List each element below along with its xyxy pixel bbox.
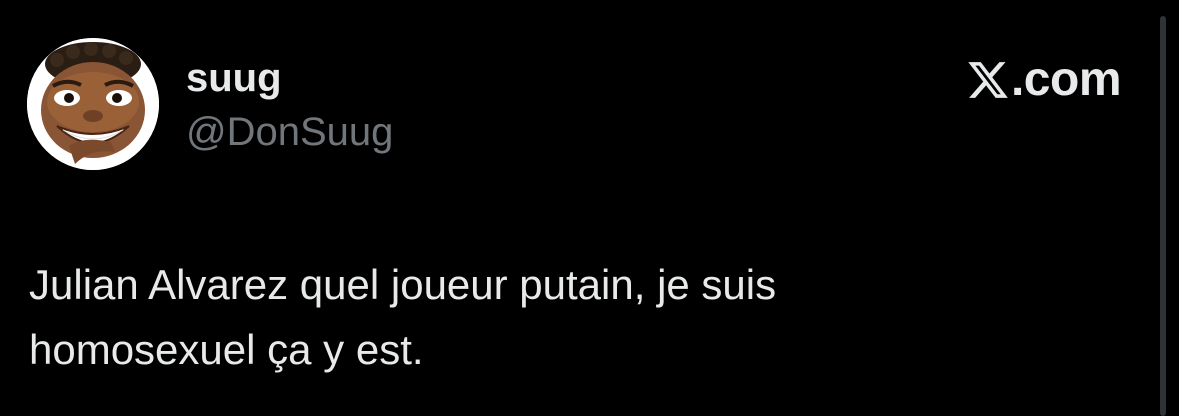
tweet-text: Julian Alvarez quel joueur putain, je su… <box>29 261 777 373</box>
avatar[interactable] <box>27 38 159 170</box>
scrollbar[interactable] <box>1160 16 1166 416</box>
display-name[interactable]: suug <box>186 58 282 98</box>
x-brand: .com <box>966 53 1122 106</box>
x-logo-icon <box>968 62 1008 98</box>
user-handle[interactable]: @DonSuug <box>186 112 393 152</box>
avatar-image <box>27 38 159 170</box>
brand-domain: .com <box>1010 53 1122 106</box>
tweet-card[interactable]: suug @DonSuug .com Julian Alvarez quel j… <box>0 0 1179 416</box>
